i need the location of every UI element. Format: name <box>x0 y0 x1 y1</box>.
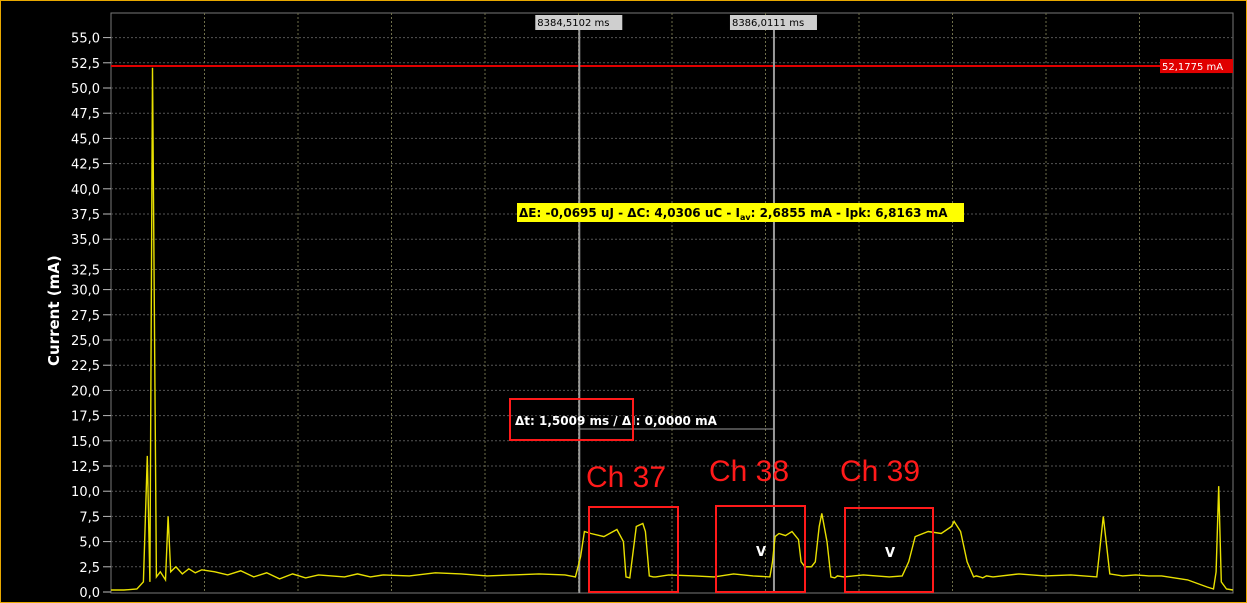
y-tick-label: 20,0 <box>71 384 100 399</box>
threshold-label: 52,1775 mA <box>1162 62 1223 73</box>
y-tick-label: 55,0 <box>71 32 100 47</box>
y-ticks: 0,0 2,5 5,0 7,5 10,0 12,5 15,0 17,5 20,0 22,5 25,0… <box>71 32 111 601</box>
delta-group: Δt: 1,5009 ms / ΔI: 0,0000 mA <box>509 398 774 441</box>
measurement-text: ΔE: -0,0695 uJ - ΔC: 4,0306 uC - Iav: 2,… <box>519 206 948 222</box>
y-tick-label: 32,5 <box>71 263 100 278</box>
y-tick-label: 52,5 <box>71 57 100 72</box>
measurement-main: ΔE: -0,0695 uJ - ΔC: 4,0306 uC - I <box>519 206 740 220</box>
chart-frame: Current (mA) 0,0 2,5 5,0 7,5 10,0 12,5 15,0 17,… <box>0 0 1247 603</box>
y-tick-label: 5,0 <box>79 536 100 551</box>
cursor-right-label: 8386,0111 ms <box>732 18 804 29</box>
y-tick-label: 27,5 <box>71 309 100 324</box>
y-tick-label: 40,0 <box>71 183 100 198</box>
y-tick-label: 30,0 <box>71 284 100 299</box>
delta-readout: Δt: 1,5009 ms / ΔI: 0,0000 mA <box>515 414 718 428</box>
v-marker: V <box>885 546 895 561</box>
y-tick-label: 7,5 <box>79 510 100 525</box>
y-tick-label: 47,5 <box>71 107 100 122</box>
y-axis-label: Current (mA) <box>45 255 63 366</box>
y-tick-label: 50,0 <box>71 82 100 97</box>
y-tick-label: 2,5 <box>79 561 100 576</box>
y-tick-label: 12,5 <box>71 460 100 475</box>
y-tick-label: 10,0 <box>71 485 100 500</box>
y-tick-label: 15,0 <box>71 435 100 450</box>
y-tick-label: 22,5 <box>71 359 100 374</box>
channel-label: Ch 38 <box>709 455 789 488</box>
y-tick-label: 0,0 <box>79 586 100 601</box>
y-tick-label: 42,5 <box>71 158 100 173</box>
channel-label: Ch 39 <box>840 455 920 488</box>
y-tick-label: 25,0 <box>71 334 100 349</box>
y-tick-label: 45,0 <box>71 132 100 147</box>
markers: VV <box>756 545 895 561</box>
current-chart: Current (mA) 0,0 2,5 5,0 7,5 10,0 12,5 15,0 17,… <box>45 12 1234 601</box>
y-tick-label: 37,5 <box>71 208 100 223</box>
v-marker: V <box>756 545 766 560</box>
measurement-tail: : 2,6855 mA - Ipk: 6,8163 mA <box>751 206 949 220</box>
y-tick-label: 17,5 <box>71 410 100 425</box>
channel-annotations: Ch 37 Ch 38 Ch 39 <box>586 455 934 593</box>
y-tick-label: 35,0 <box>71 233 100 248</box>
measurement-group: ΔE: -0,0695 uJ - ΔC: 4,0306 uC - Iav: 2,… <box>517 203 964 222</box>
channel-label: Ch 37 <box>586 461 666 494</box>
cursor-left-label: 8384,5102 ms <box>537 18 609 29</box>
